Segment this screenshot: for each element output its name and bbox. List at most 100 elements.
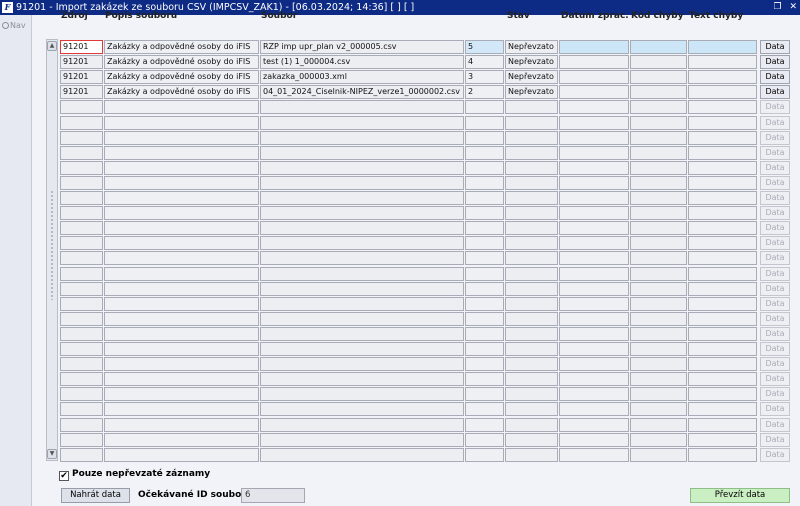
cell-soubor[interactable] [260,116,464,130]
cell-text[interactable] [688,402,757,416]
cell-pocet[interactable] [465,146,504,160]
cell-zdroj[interactable] [60,402,103,416]
cell-soubor[interactable] [260,418,464,432]
cell-kod[interactable] [630,282,687,296]
cell-datum[interactable] [559,206,629,220]
cell-datum[interactable] [559,236,629,250]
cell-text[interactable] [688,176,757,190]
cell-pocet[interactable] [465,327,504,341]
cell-kod[interactable] [630,418,687,432]
cell-datum[interactable] [559,312,629,326]
cell-soubor[interactable] [260,372,464,386]
cell-pocet[interactable] [465,116,504,130]
cell-pocet[interactable] [465,221,504,235]
cell-stav[interactable] [505,282,558,296]
cell-soubor[interactable]: zakazka_000003.xml [260,70,464,84]
cell-popis[interactable] [104,297,259,311]
cell-text[interactable] [688,297,757,311]
cell-popis[interactable] [104,357,259,371]
cell-stav[interactable]: Nepřevzato [505,40,558,54]
cell-popis[interactable] [104,236,259,250]
cell-pocet[interactable] [465,342,504,356]
cell-popis[interactable] [104,418,259,432]
cell-pocet[interactable]: 5 [465,40,504,54]
cell-soubor[interactable] [260,236,464,250]
cell-zdroj[interactable]: 91201 [60,55,103,69]
cell-kod[interactable] [630,251,687,265]
cell-text[interactable] [688,206,757,220]
cell-pocet[interactable] [465,387,504,401]
cell-text[interactable] [688,161,757,175]
cell-soubor[interactable] [260,433,464,447]
cell-popis[interactable] [104,176,259,190]
cell-kod[interactable] [630,236,687,250]
cell-stav[interactable] [505,357,558,371]
cell-text[interactable] [688,357,757,371]
cell-popis[interactable] [104,267,259,281]
cell-stav[interactable] [505,161,558,175]
cell-popis[interactable] [104,312,259,326]
cell-popis[interactable] [104,251,259,265]
cell-kod[interactable] [630,221,687,235]
cell-stav[interactable]: Nepřevzato [505,85,558,99]
cell-datum[interactable] [559,116,629,130]
cell-popis[interactable] [104,282,259,296]
cell-zdroj[interactable] [60,372,103,386]
cell-zdroj[interactable] [60,282,103,296]
cell-popis[interactable] [104,131,259,145]
cell-kod[interactable] [630,357,687,371]
cell-popis[interactable] [104,433,259,447]
cell-kod[interactable] [630,372,687,386]
cell-zdroj[interactable] [60,251,103,265]
cell-datum[interactable] [559,161,629,175]
cell-popis[interactable] [104,191,259,205]
cell-pocet[interactable] [465,161,504,175]
cell-datum[interactable] [559,297,629,311]
cell-datum[interactable] [559,176,629,190]
cell-popis[interactable] [104,206,259,220]
cell-text[interactable] [688,116,757,130]
cell-text[interactable] [688,55,757,69]
cell-datum[interactable] [559,433,629,447]
cell-pocet[interactable] [465,418,504,432]
cell-soubor[interactable] [260,357,464,371]
cell-text[interactable] [688,267,757,281]
cell-zdroj[interactable]: 91201 [60,70,103,84]
cell-pocet[interactable] [465,312,504,326]
cell-kod[interactable] [630,327,687,341]
cell-stav[interactable] [505,131,558,145]
cell-kod[interactable] [630,146,687,160]
cell-stav[interactable]: Nepřevzato [505,70,558,84]
cell-popis[interactable] [104,448,259,462]
cell-stav[interactable] [505,100,558,114]
scroll-grip[interactable] [50,190,54,300]
checkbox-icon[interactable]: ✔ [59,471,69,481]
cell-text[interactable] [688,131,757,145]
cell-datum[interactable] [559,100,629,114]
cell-datum[interactable] [559,267,629,281]
cell-soubor[interactable] [260,402,464,416]
cell-kod[interactable] [630,191,687,205]
cell-stav[interactable] [505,342,558,356]
cell-datum[interactable] [559,387,629,401]
cell-stav[interactable] [505,372,558,386]
cell-soubor[interactable] [260,251,464,265]
cell-kod[interactable] [630,448,687,462]
cell-pocet[interactable] [465,206,504,220]
cell-zdroj[interactable] [60,327,103,341]
cell-kod[interactable] [630,267,687,281]
cell-text[interactable] [688,342,757,356]
cell-soubor[interactable] [260,161,464,175]
cell-kod[interactable] [630,70,687,84]
cell-zdroj[interactable] [60,297,103,311]
cell-zdroj[interactable] [60,312,103,326]
cell-stav[interactable] [505,176,558,190]
cell-stav[interactable] [505,251,558,265]
filter-checkbox[interactable]: ✔ Pouze nepřevzaté záznamy [59,469,210,481]
cell-text[interactable] [688,433,757,447]
row-data-button[interactable]: Data [760,40,790,54]
cell-popis[interactable] [104,372,259,386]
cell-zdroj[interactable] [60,448,103,462]
cell-pocet[interactable] [465,282,504,296]
cell-text[interactable] [688,146,757,160]
